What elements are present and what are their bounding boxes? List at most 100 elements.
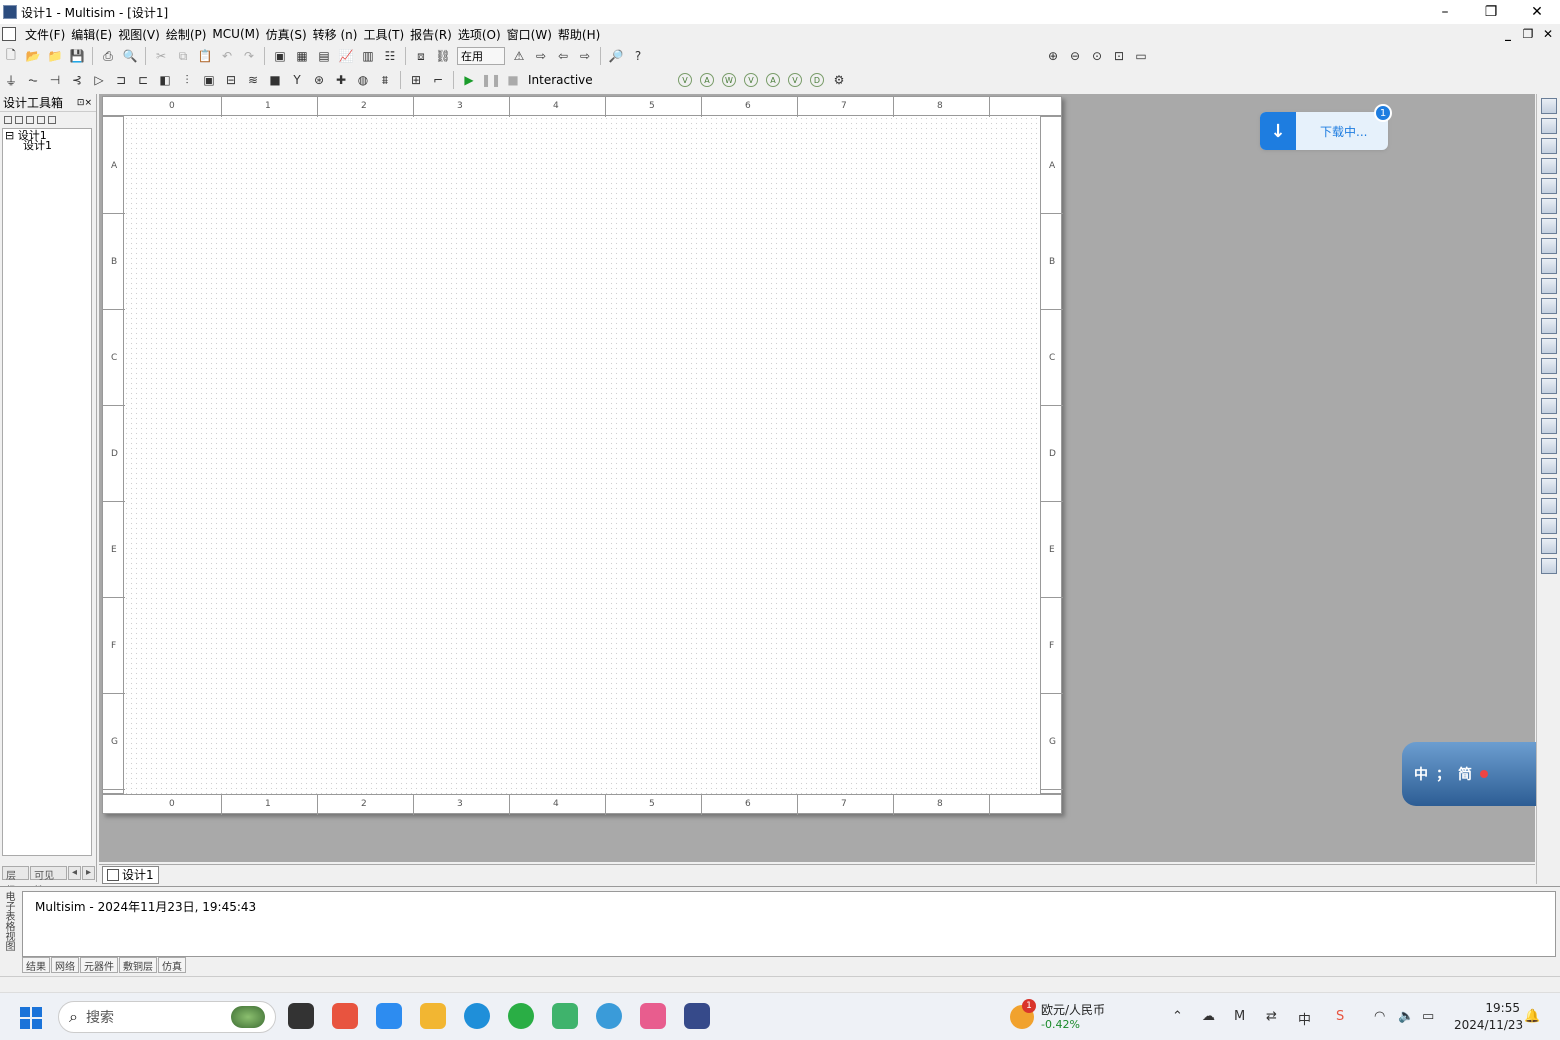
task-view-icon[interactable] [288, 1003, 314, 1029]
open-folder-icon[interactable]: 📂 [23, 46, 43, 66]
menu-file[interactable]: 文件(F) [22, 26, 68, 43]
probe-differential-icon[interactable]: V [744, 73, 758, 87]
document-icon[interactable] [2, 27, 16, 41]
ni-component-icon[interactable]: ✚ [331, 70, 351, 90]
battery-icon[interactable]: ▭ [1422, 1009, 1434, 1024]
indicator-component-icon[interactable]: ▣ [199, 70, 219, 90]
basic-component-icon[interactable]: ⏦ [23, 70, 43, 90]
transfer-to-ultiboard-icon[interactable]: ⇨ [531, 46, 551, 66]
bus-icon[interactable]: ⌐ [428, 70, 448, 90]
frequency-counter-icon[interactable] [1540, 218, 1557, 234]
tray-overflow-chevron-icon[interactable]: ⌃ [1172, 1009, 1183, 1024]
probe-voltage-icon[interactable]: V [678, 73, 692, 87]
connector-icon[interactable]: ◍ [353, 70, 373, 90]
tab-scroll-left[interactable]: ◂ [67, 866, 81, 880]
zoom-out-icon[interactable]: ⊖ [1065, 46, 1085, 66]
tree-child-sheet[interactable]: 设计1 [5, 140, 89, 151]
gmail-tray-icon[interactable]: M [1234, 1009, 1245, 1024]
advanced-peripherals-icon[interactable]: ■ [265, 70, 285, 90]
wifi-icon[interactable]: ◠ [1374, 1009, 1385, 1024]
schematic-workspace[interactable]: 0 1 2 3 4 5 6 7 8 0 1 2 3 4 5 6 7 8 A B C D E F G A B C D E F G [99, 94, 1535, 862]
bilibili-icon[interactable] [640, 1003, 666, 1029]
probe-tool-icon[interactable] [1540, 538, 1557, 554]
sync-tray-icon[interactable]: ⇄ [1266, 1009, 1277, 1024]
current-probe-icon[interactable] [1540, 498, 1557, 514]
zoom-fit-icon[interactable]: ⊡ [1109, 46, 1129, 66]
zoom-area-icon[interactable]: ⊙ [1087, 46, 1107, 66]
remote-desktop-icon[interactable] [552, 1003, 578, 1029]
misc-component-icon[interactable]: ≋ [243, 70, 263, 90]
probe-settings-gear-icon[interactable]: ⚙ [829, 70, 849, 90]
component-list-icon[interactable]: ⛓ [433, 46, 453, 66]
tab-visibility[interactable]: 可见性 [30, 866, 67, 897]
sogou-ime-icon[interactable]: S [1336, 1009, 1344, 1024]
huawei-app-icon[interactable] [332, 1003, 358, 1029]
ni-elvis-icon[interactable] [1540, 478, 1557, 494]
bode-plotter-icon[interactable] [1540, 198, 1557, 214]
source-component-icon[interactable]: ⏚ [1, 70, 21, 90]
undo-icon[interactable]: ↶ [217, 46, 237, 66]
notification-bell-icon[interactable]: 🔔 [1524, 1009, 1540, 1024]
spectrum-analyzer-icon[interactable] [1540, 338, 1557, 354]
pause-simulation-icon[interactable]: ❚❚ [481, 70, 501, 90]
tab-components[interactable]: 元器件 [80, 957, 118, 973]
logic-analyzer-icon[interactable] [1540, 278, 1557, 294]
file-explorer-icon[interactable] [420, 1003, 446, 1029]
four-channel-oscilloscope-icon[interactable] [1540, 178, 1557, 194]
menu-help[interactable]: 帮助(H) [555, 26, 603, 43]
wattmeter-icon[interactable] [1540, 138, 1557, 154]
menu-options[interactable]: 选项(O) [455, 26, 504, 43]
rf-component-icon[interactable]: Y [287, 70, 307, 90]
simulation-mode-selector[interactable]: Interactive [524, 71, 674, 89]
menu-place[interactable]: 绘制(P) [163, 26, 210, 43]
save-icon[interactable]: 💾 [67, 46, 87, 66]
hierarchical-block-icon[interactable]: ⊞ [406, 70, 426, 90]
tab-scroll-right[interactable]: ▸ [81, 866, 95, 880]
menu-window[interactable]: 窗口(W) [504, 26, 555, 43]
postprocessor-icon[interactable]: ▥ [358, 46, 378, 66]
mdi-minimize-button[interactable]: _ [1500, 26, 1516, 42]
probe-digital-icon[interactable]: D [810, 73, 824, 87]
new-file-icon[interactable]: 🗋 [1, 46, 21, 66]
electromechanical-icon[interactable]: ⊛ [309, 70, 329, 90]
ime-floating-widget[interactable]: 中 ； 简 [1402, 742, 1556, 806]
restore-button[interactable]: ❐ [1468, 0, 1514, 24]
logic-converter-icon[interactable] [1540, 258, 1557, 274]
menu-mcu[interactable]: MCU(M) [209, 27, 262, 41]
mixed-component-icon[interactable]: ⫶ [177, 70, 197, 90]
multimeter-icon[interactable] [1540, 98, 1557, 114]
run-simulation-icon[interactable]: ▶ [459, 70, 479, 90]
transistor-component-icon[interactable]: ⊰ [67, 70, 87, 90]
in-use-list-dropdown[interactable]: 在用 [457, 47, 505, 65]
probe-reference-icon[interactable]: A [766, 73, 780, 87]
clock-time[interactable]: 19:55 [1480, 1001, 1520, 1015]
copy-icon[interactable]: ⧉ [173, 46, 193, 66]
labview-instrument-icon[interactable] [1540, 458, 1557, 474]
tektronix-oscilloscope-icon[interactable] [1540, 438, 1557, 454]
database-icon[interactable]: ▤ [314, 46, 334, 66]
power-component-icon[interactable]: ⊟ [221, 70, 241, 90]
grapher-icon[interactable]: 📈 [336, 46, 356, 66]
ttl-component-icon[interactable]: ⊐ [111, 70, 131, 90]
forward-annotate-icon[interactable]: ⇨ [575, 46, 595, 66]
open-sheet-icon[interactable] [15, 116, 23, 124]
network-analyzer-icon[interactable] [1540, 358, 1557, 374]
save-sheet-icon[interactable] [26, 116, 34, 124]
mcu-component-icon[interactable]: ⩩ [375, 70, 395, 90]
tab-results[interactable]: 结果 [22, 957, 50, 973]
full-screen-icon[interactable]: ▭ [1131, 46, 1151, 66]
analog-component-icon[interactable]: ▷ [89, 70, 109, 90]
distortion-analyzer-icon[interactable] [1540, 318, 1557, 334]
ime-simplified[interactable]: 简 [1458, 764, 1472, 784]
probe-voltage-ref-icon[interactable]: V [788, 73, 802, 87]
volume-icon[interactable]: 🔈 [1398, 1009, 1414, 1024]
menu-tools[interactable]: 工具(T) [360, 26, 407, 43]
mdi-restore-button[interactable]: ❐ [1520, 26, 1536, 42]
ime-indicator[interactable]: 中 [1298, 1009, 1311, 1028]
pin-icon[interactable]: ⊡× [77, 98, 92, 108]
minimize-button[interactable]: – [1422, 0, 1468, 24]
network-app-icon[interactable] [596, 1003, 622, 1029]
component-wizard-icon[interactable]: ⧈ [411, 46, 431, 66]
toggle-toolbox-icon[interactable]: ▣ [270, 46, 290, 66]
wechat-icon[interactable] [508, 1003, 534, 1029]
